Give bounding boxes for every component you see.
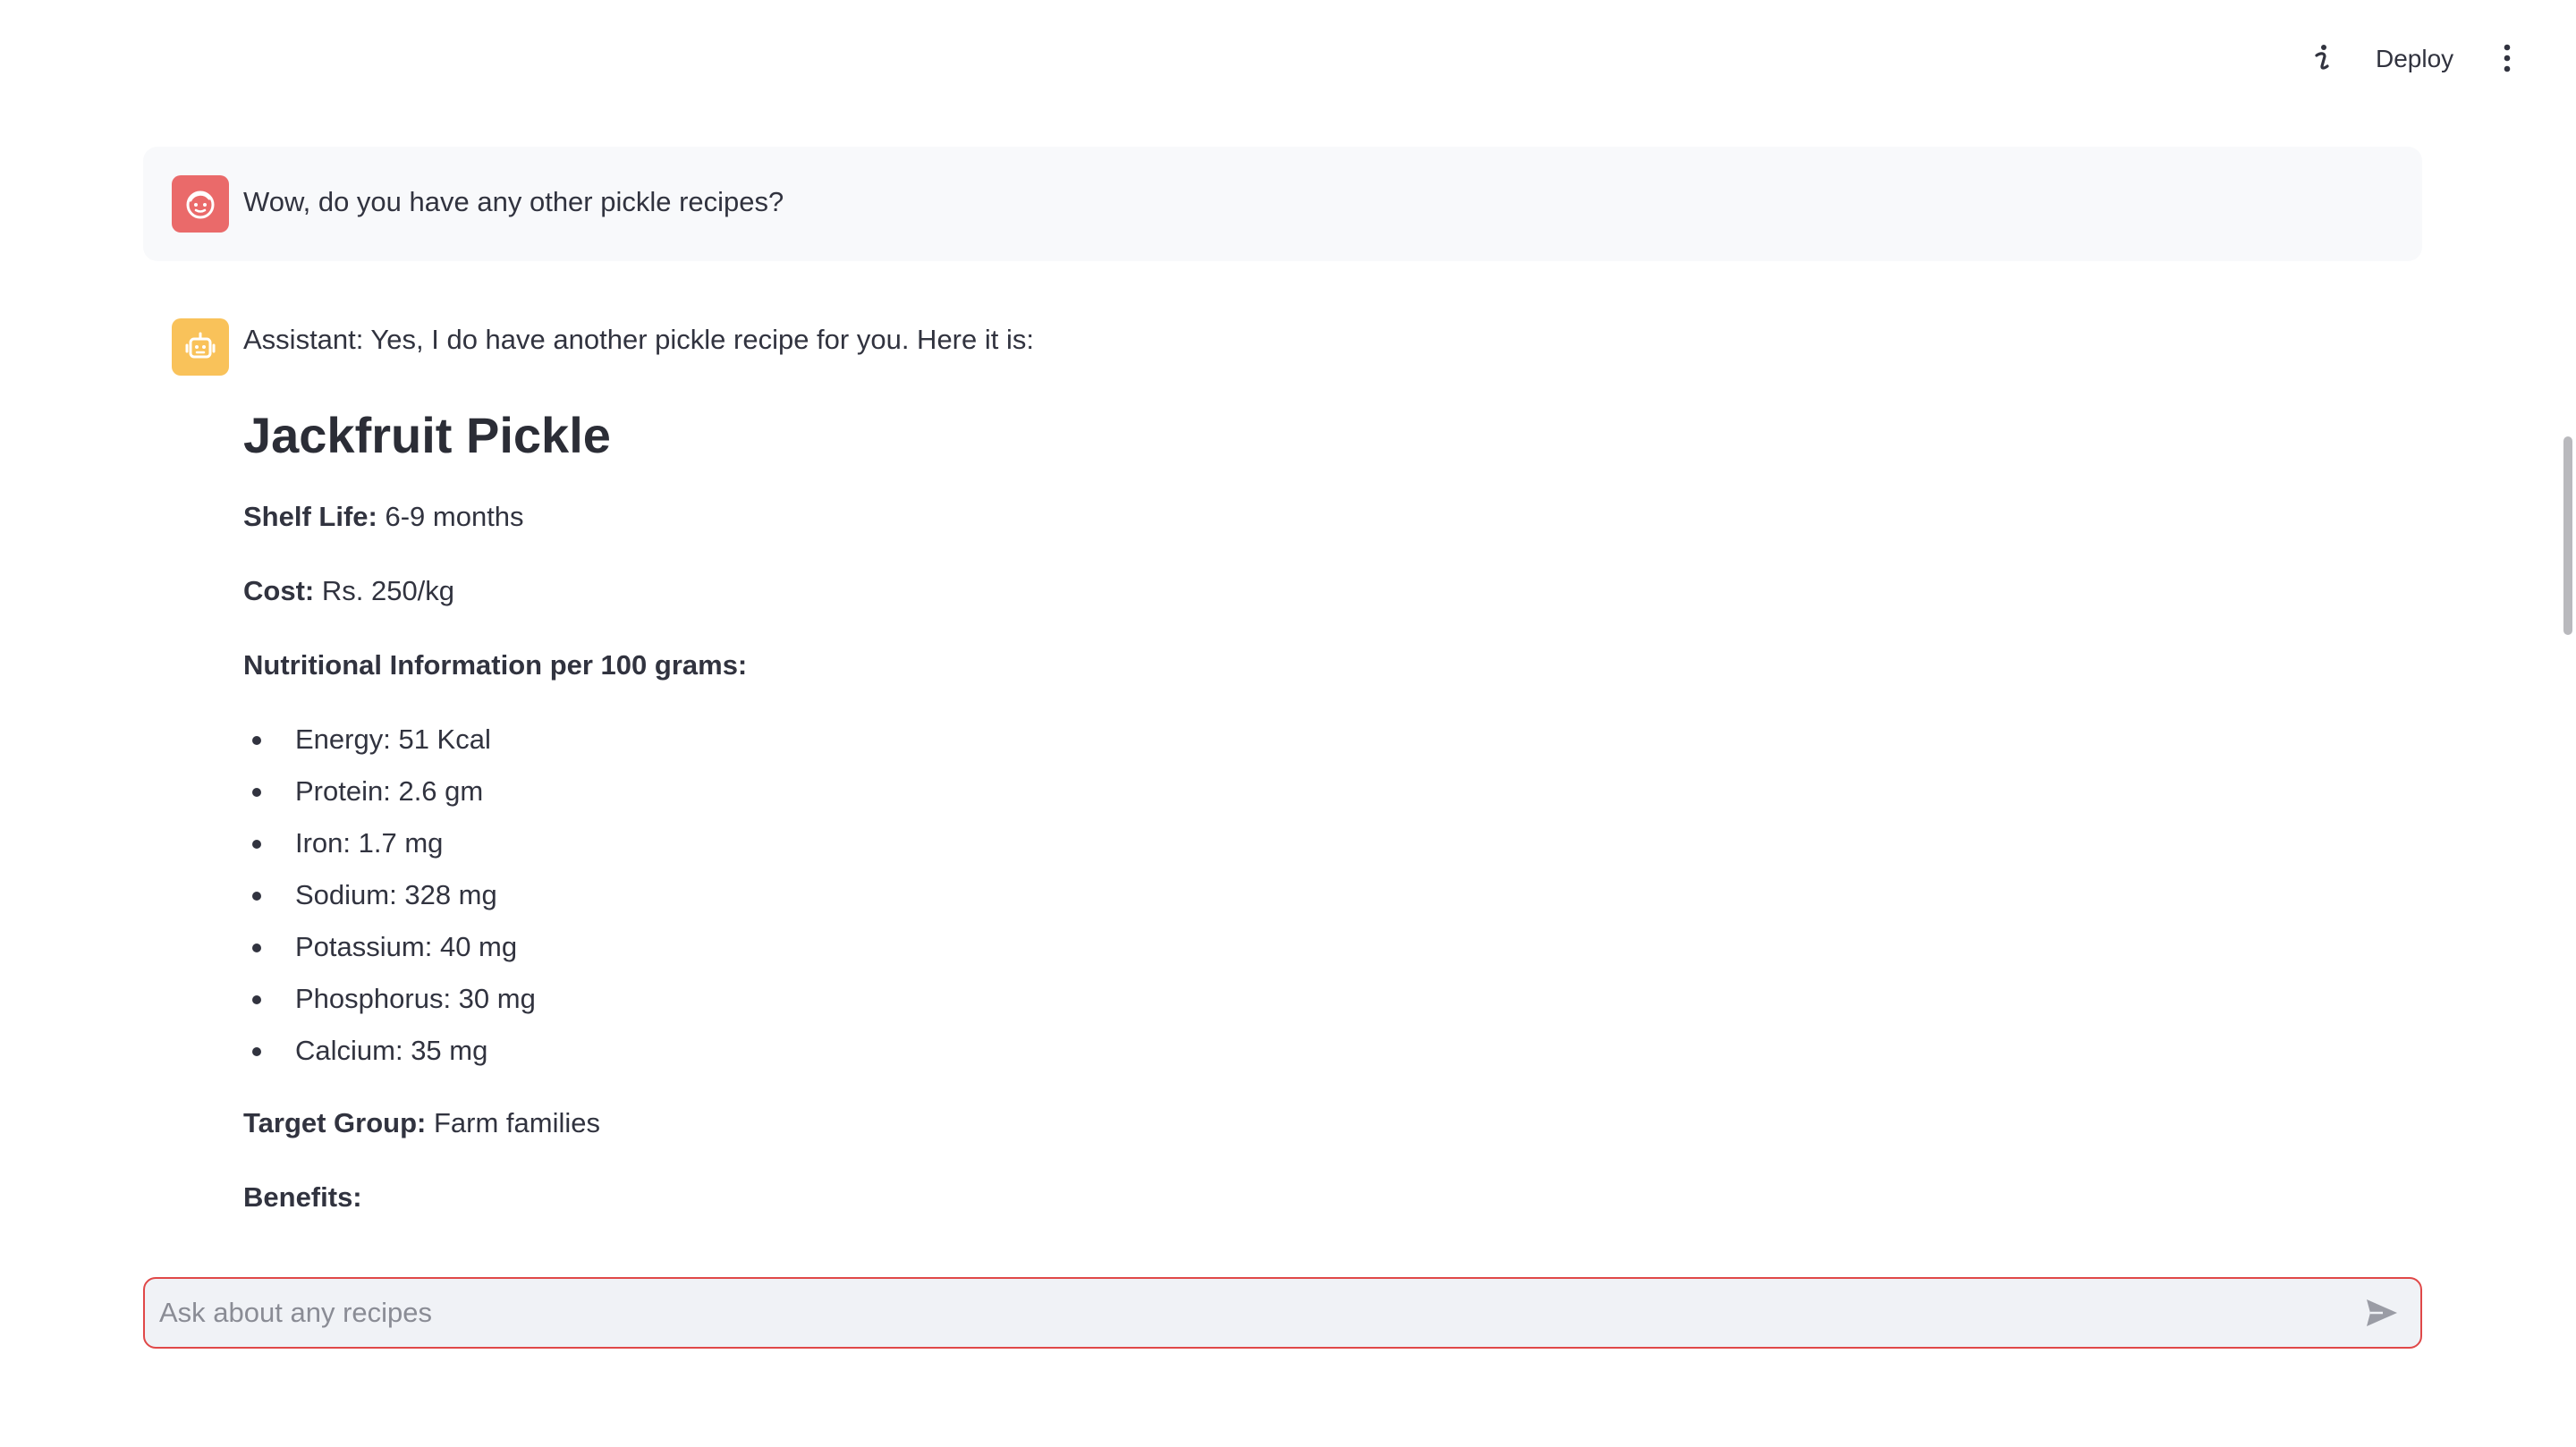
- app-header: Deploy: [0, 0, 2576, 118]
- benefits-heading: Benefits:: [243, 1181, 362, 1214]
- cost-field: Cost: Rs. 250/kg: [243, 575, 454, 607]
- user-face-icon: [186, 190, 215, 219]
- list-item: Calcium: 35 mg: [243, 1025, 536, 1077]
- deploy-label: Deploy: [2376, 45, 2454, 72]
- cost-value: Rs. 250/kg: [321, 575, 455, 606]
- target-group-field: Target Group: Farm families: [243, 1107, 600, 1139]
- info-button[interactable]: [2302, 38, 2343, 79]
- assistant-avatar: [172, 318, 229, 376]
- nutrition-list: Energy: 51 Kcal Protein: 2.6 gm Iron: 1.…: [243, 714, 536, 1077]
- list-item: Iron: 1.7 mg: [243, 817, 536, 869]
- nutrition-heading-text: Nutritional Information per 100 grams:: [243, 649, 748, 681]
- list-item: Sodium: 328 mg: [243, 869, 536, 921]
- chat-input[interactable]: [145, 1279, 2345, 1347]
- chat-input-container: [143, 1277, 2422, 1349]
- cost-label: Cost:: [243, 575, 315, 606]
- list-item: Protein: 2.6 gm: [243, 766, 536, 817]
- robot-icon: [185, 332, 216, 359]
- user-message-text: Wow, do you have any other pickle recipe…: [243, 186, 784, 217]
- list-item: Phosphorus: 30 mg: [243, 973, 536, 1025]
- info-icon: [2315, 45, 2329, 70]
- main-menu-button[interactable]: [2487, 38, 2528, 79]
- recipe-title: Jackfruit Pickle: [243, 407, 611, 463]
- assistant-message: Assistant: Yes, I do have another pickle…: [143, 286, 2422, 1252]
- assistant-intro-text: Assistant: Yes, I do have another pickle…: [243, 324, 1034, 355]
- shelf-life-field: Shelf Life: 6-9 months: [243, 501, 524, 533]
- nutrition-heading: Nutritional Information per 100 grams:: [243, 649, 747, 681]
- shelf-life-label: Shelf Life:: [243, 501, 377, 532]
- list-item: Potassium: 40 mg: [243, 921, 536, 973]
- user-avatar: [172, 175, 229, 233]
- user-message: Wow, do you have any other pickle recipe…: [143, 147, 2422, 261]
- list-item: Energy: 51 Kcal: [243, 714, 536, 766]
- target-group-label: Target Group:: [243, 1107, 427, 1138]
- benefits-label: Benefits:: [243, 1181, 362, 1213]
- send-button[interactable]: [2363, 1295, 2401, 1331]
- more-vertical-icon: [2504, 44, 2511, 72]
- target-group-value: Farm families: [434, 1107, 601, 1138]
- deploy-button[interactable]: Deploy: [2360, 34, 2470, 84]
- send-icon: [2367, 1299, 2397, 1326]
- shelf-life-value: 6-9 months: [385, 501, 524, 532]
- scrollbar-thumb[interactable]: [2563, 436, 2572, 635]
